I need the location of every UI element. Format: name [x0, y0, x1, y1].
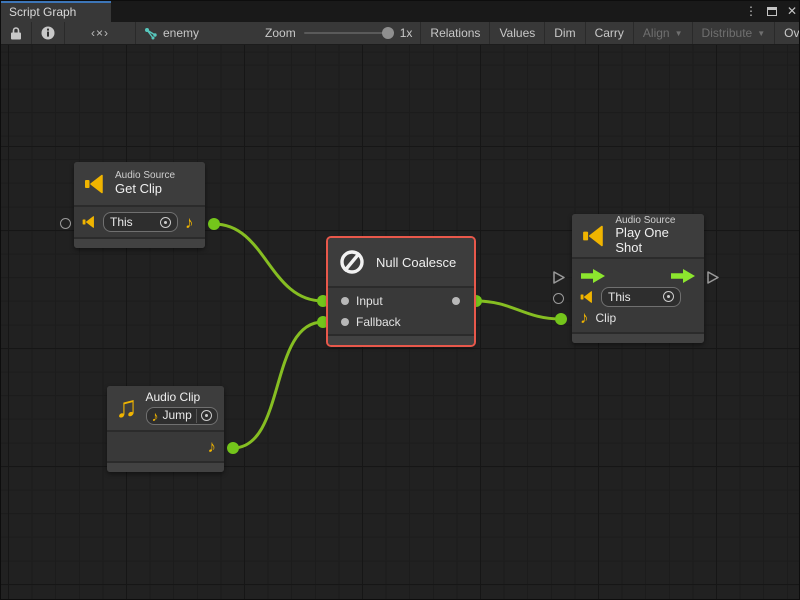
audio-clip-icon: ♫ [115, 393, 138, 423]
align-button[interactable]: Align ▼ [634, 22, 693, 44]
chevron-down-icon: ▼ [757, 29, 765, 38]
target-picker-icon[interactable] [663, 291, 674, 302]
fallback-port[interactable] [341, 318, 349, 326]
code-icon: ‹×› [91, 26, 109, 40]
target-picker-icon[interactable] [160, 217, 171, 228]
script-graph-window: Script Graph ⋮ ✕ ‹×› [0, 0, 800, 600]
code-view-button[interactable]: ‹×› [65, 22, 136, 44]
input-port[interactable] [341, 297, 349, 305]
result-output-port[interactable] [452, 297, 460, 305]
zoom-value: 1x [400, 26, 413, 40]
lock-button[interactable] [1, 22, 32, 44]
play-one-shot-flow-input-port[interactable] [552, 270, 566, 285]
clip-port-label: Clip [596, 311, 617, 325]
audio-clip-output-icon[interactable]: ♪ [208, 438, 217, 455]
dim-button[interactable]: Dim [545, 22, 585, 44]
zoom-slider[interactable] [304, 32, 392, 34]
play-one-shot-flow-output-port[interactable] [706, 270, 720, 285]
audio-source-icon [82, 215, 96, 229]
tab-script-graph[interactable]: Script Graph [1, 1, 111, 22]
menu-icon[interactable]: ⋮ [745, 3, 757, 20]
target-field[interactable]: This [601, 287, 681, 307]
play-one-shot-this-input-port[interactable] [553, 293, 564, 304]
audio-clip-output-icon[interactable]: ♪ [185, 214, 194, 231]
zoom-label: Zoom [265, 26, 296, 40]
node-title: Get Clip [115, 182, 175, 197]
node-null-coalesce[interactable]: Null Coalesce Input Fallback [328, 238, 474, 345]
node-title: Play One Shot [615, 226, 694, 256]
flow-in-arrow-icon[interactable] [580, 268, 606, 284]
audio-source-icon [582, 223, 606, 249]
info-icon [41, 26, 55, 40]
inspect-button[interactable] [32, 22, 65, 44]
close-icon[interactable]: ✕ [787, 3, 797, 20]
node-title: Audio Clip [146, 391, 218, 405]
node-audio-clip-variable[interactable]: ♫ Audio Clip ♪ Jump ♪ [107, 386, 224, 472]
get-clip-this-input-port[interactable] [60, 218, 71, 229]
node-title: Null Coalesce [376, 255, 456, 270]
maximize-icon[interactable] [767, 7, 777, 16]
distribute-button[interactable]: Distribute ▼ [693, 22, 776, 44]
fallback-port-label: Fallback [356, 315, 401, 329]
tab-bar: Script Graph ⋮ ✕ [1, 1, 800, 22]
graph-context-area: enemy Zoom 1x [136, 22, 421, 44]
carry-button[interactable]: Carry [586, 22, 634, 44]
flow-out-arrow-icon[interactable] [670, 268, 696, 284]
relations-button[interactable]: Relations [421, 22, 490, 44]
node-get-clip[interactable]: Audio Source Get Clip This ♪ [74, 162, 205, 248]
audio-clip-port-icon: ♪ [580, 309, 589, 326]
overview-button[interactable]: Overview [775, 22, 800, 44]
lock-icon [10, 27, 22, 40]
graph-toolbar: ‹×› enemy Zoom 1x Relations Values [1, 22, 800, 45]
audio-clip-object-field[interactable]: ♪ Jump [146, 407, 218, 425]
zoom-slider-handle[interactable] [382, 27, 394, 39]
object-picker-icon[interactable] [201, 410, 212, 421]
graph-reference[interactable]: enemy [144, 26, 199, 40]
graph-icon [144, 27, 158, 40]
node-play-one-shot[interactable]: Audio Source Play One Shot [572, 214, 704, 343]
audio-clip-icon: ♪ [152, 409, 159, 423]
graph-name: enemy [163, 26, 199, 40]
input-port-label: Input [356, 294, 383, 308]
graph-canvas[interactable]: Audio Source Get Clip This ♪ [1, 45, 800, 600]
values-button[interactable]: Values [490, 22, 545, 44]
audio-source-icon [84, 173, 106, 195]
null-coalesce-icon [338, 248, 366, 276]
zoom-control: Zoom 1x [265, 26, 412, 40]
window-controls: ⋮ ✕ [745, 3, 797, 20]
chevron-down-icon: ▼ [675, 29, 683, 38]
audio-source-icon [580, 290, 594, 304]
target-field[interactable]: This [103, 212, 178, 232]
